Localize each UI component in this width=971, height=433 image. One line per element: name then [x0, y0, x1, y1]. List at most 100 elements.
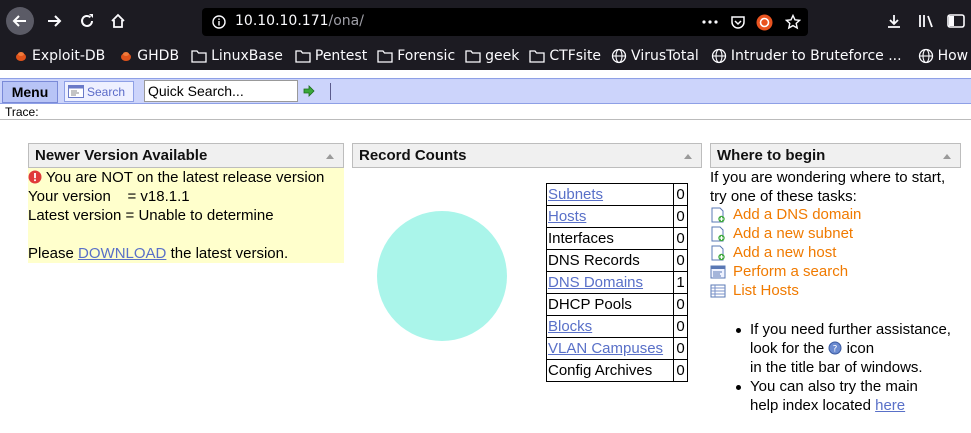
help-bullet-2-line-2: help index located	[750, 397, 871, 414]
downloads-button[interactable]	[880, 7, 908, 35]
collapse-icon[interactable]	[326, 154, 334, 159]
address-bar[interactable]: 10.10.10.171/ona/	[202, 8, 808, 36]
record-type-link[interactable]: VLAN Campuses	[548, 340, 663, 357]
record-count-row: Config Archives 0	[546, 359, 688, 382]
bookmark-pentest[interactable]: Pentest	[295, 48, 367, 64]
task-list-hosts[interactable]: List Hosts	[710, 282, 799, 299]
record-type-cell: DNS Domains	[546, 271, 674, 294]
bookmark-label: Pentest	[314, 47, 368, 64]
back-button[interactable]	[6, 7, 34, 35]
help-index-link[interactable]: here	[875, 397, 905, 414]
menu-button[interactable]: Menu	[2, 81, 58, 103]
bookmark-linuxbase[interactable]: LinuxBase	[191, 48, 283, 64]
bookmarks-toolbar: Exploit-DB GHDB LinuxBase Pentest Forens…	[0, 41, 971, 70]
help-bullet-1-line-2b: icon	[846, 340, 875, 357]
help-bullet-1: If you need further assistance, look for…	[734, 320, 971, 377]
folder-icon	[529, 49, 546, 63]
bookmark-exploit-db[interactable]: Exploit-DB	[14, 48, 105, 64]
add-page-icon	[711, 207, 725, 222]
page-actions-icon[interactable]	[702, 13, 718, 31]
record-type-link[interactable]: Hosts	[548, 208, 586, 225]
where-to-begin-title: Where to begin	[710, 143, 961, 168]
record-count-row[interactable]: Subnets 0	[546, 183, 688, 206]
record-count-value: 0	[673, 183, 688, 206]
bookmark-ctfsite[interactable]: CTFsite	[529, 48, 601, 64]
task-link[interactable]: Perform a search	[733, 263, 848, 280]
library-icon	[919, 15, 933, 28]
bookmark-star-icon[interactable]	[785, 13, 801, 31]
where-intro-line-2: try one of these tasks:	[710, 188, 857, 205]
go-arrow-icon[interactable]	[303, 85, 315, 97]
task-link[interactable]: List Hosts	[733, 282, 799, 299]
ubuntu-extension-icon[interactable]	[756, 13, 773, 31]
bookmark-geek[interactable]: geek	[465, 48, 519, 64]
where-to-begin-title-text: Where to begin	[717, 147, 826, 164]
library-button[interactable]	[913, 7, 941, 35]
globe-icon	[611, 48, 627, 63]
help-bullet-2-line-1: You can also try the main	[750, 378, 918, 395]
bookmark-ghdb[interactable]: GHDB	[119, 48, 179, 64]
bookmark-intruder[interactable]: Intruder to Bruteforce ...	[711, 48, 902, 64]
menubar-divider	[330, 83, 331, 100]
record-count-row[interactable]: Hosts 0	[546, 205, 688, 228]
info-icon[interactable]	[212, 15, 226, 29]
bug-icon	[16, 51, 26, 61]
pocket-icon[interactable]	[730, 13, 746, 31]
record-type-link[interactable]: Blocks	[548, 318, 592, 335]
download-line: Please DOWNLOAD the latest version.	[28, 244, 288, 263]
record-type-link[interactable]: Subnets	[548, 186, 603, 203]
add-page-icon	[711, 226, 725, 241]
quick-search-input[interactable]	[144, 80, 298, 102]
task-perform-search[interactable]: Perform a search	[710, 263, 848, 280]
sidebar-button[interactable]	[942, 7, 970, 35]
search-window-icon	[68, 85, 84, 98]
record-count-row[interactable]: VLAN Campuses 0	[546, 337, 688, 360]
folder-icon	[377, 49, 393, 63]
task-link[interactable]: Add a new host	[733, 244, 836, 261]
search-list-icon	[710, 265, 726, 278]
collapse-icon[interactable]	[684, 154, 692, 159]
record-count-value: 0	[673, 293, 688, 316]
download-link[interactable]: DOWNLOAD	[78, 245, 166, 262]
task-link[interactable]: Add a DNS domain	[733, 206, 861, 223]
record-type-link[interactable]: DNS Domains	[548, 274, 643, 291]
bug-icon	[121, 51, 132, 61]
home-icon	[111, 13, 125, 28]
bookmark-virustotal[interactable]: VirusTotal	[611, 48, 699, 64]
browser-toolbar: 10.10.10.171/ona/	[0, 0, 971, 41]
version-box-body: You are NOT on the latest release versio…	[28, 168, 344, 263]
task-add-dns-domain[interactable]: Add a DNS domain	[710, 206, 861, 223]
forward-button[interactable]	[40, 7, 68, 35]
record-count-row[interactable]: Blocks 0	[546, 315, 688, 338]
bookmark-label: LinuxBase	[211, 47, 283, 64]
collapse-icon[interactable]	[943, 154, 951, 159]
warning-icon	[28, 170, 42, 184]
record-type-cell: Blocks	[546, 315, 674, 338]
add-page-icon	[711, 245, 725, 260]
home-button[interactable]	[104, 7, 132, 35]
record-count-row: DHCP Pools 0	[546, 293, 688, 316]
record-type-cell: Hosts	[546, 205, 674, 228]
bookmark-how-h[interactable]: How H	[918, 48, 971, 64]
globe-icon	[918, 48, 933, 63]
record-count-row: Interfaces 0	[546, 227, 688, 250]
bookmark-forensic[interactable]: Forensic	[377, 48, 455, 64]
record-count-row[interactable]: DNS Domains 1	[546, 271, 688, 294]
version-warning-text: You are NOT on the latest release versio…	[45, 169, 325, 186]
bookmark-label: VirusTotal	[631, 47, 699, 64]
help-bullet-2: You can also try the main help index loc…	[734, 377, 971, 415]
search-button[interactable]: Search	[64, 81, 134, 102]
help-bullet-1-line-2a: look for the	[750, 340, 825, 357]
task-link[interactable]: Add a new subnet	[733, 225, 853, 242]
record-count-value: 0	[673, 337, 688, 360]
help-icon: ?	[828, 341, 842, 355]
record-counts-title-text: Record Counts	[359, 147, 467, 164]
back-arrow-icon	[12, 15, 26, 27]
version-warning-line: You are NOT on the latest release versio…	[28, 168, 324, 187]
task-add-new-host[interactable]: Add a new host	[710, 244, 836, 261]
record-type-label: Config Archives	[548, 362, 653, 379]
trace-bar: Trace:	[0, 104, 971, 120]
reload-button[interactable]	[73, 7, 101, 35]
record-count-value: 0	[673, 315, 688, 338]
task-add-new-subnet[interactable]: Add a new subnet	[710, 225, 853, 242]
